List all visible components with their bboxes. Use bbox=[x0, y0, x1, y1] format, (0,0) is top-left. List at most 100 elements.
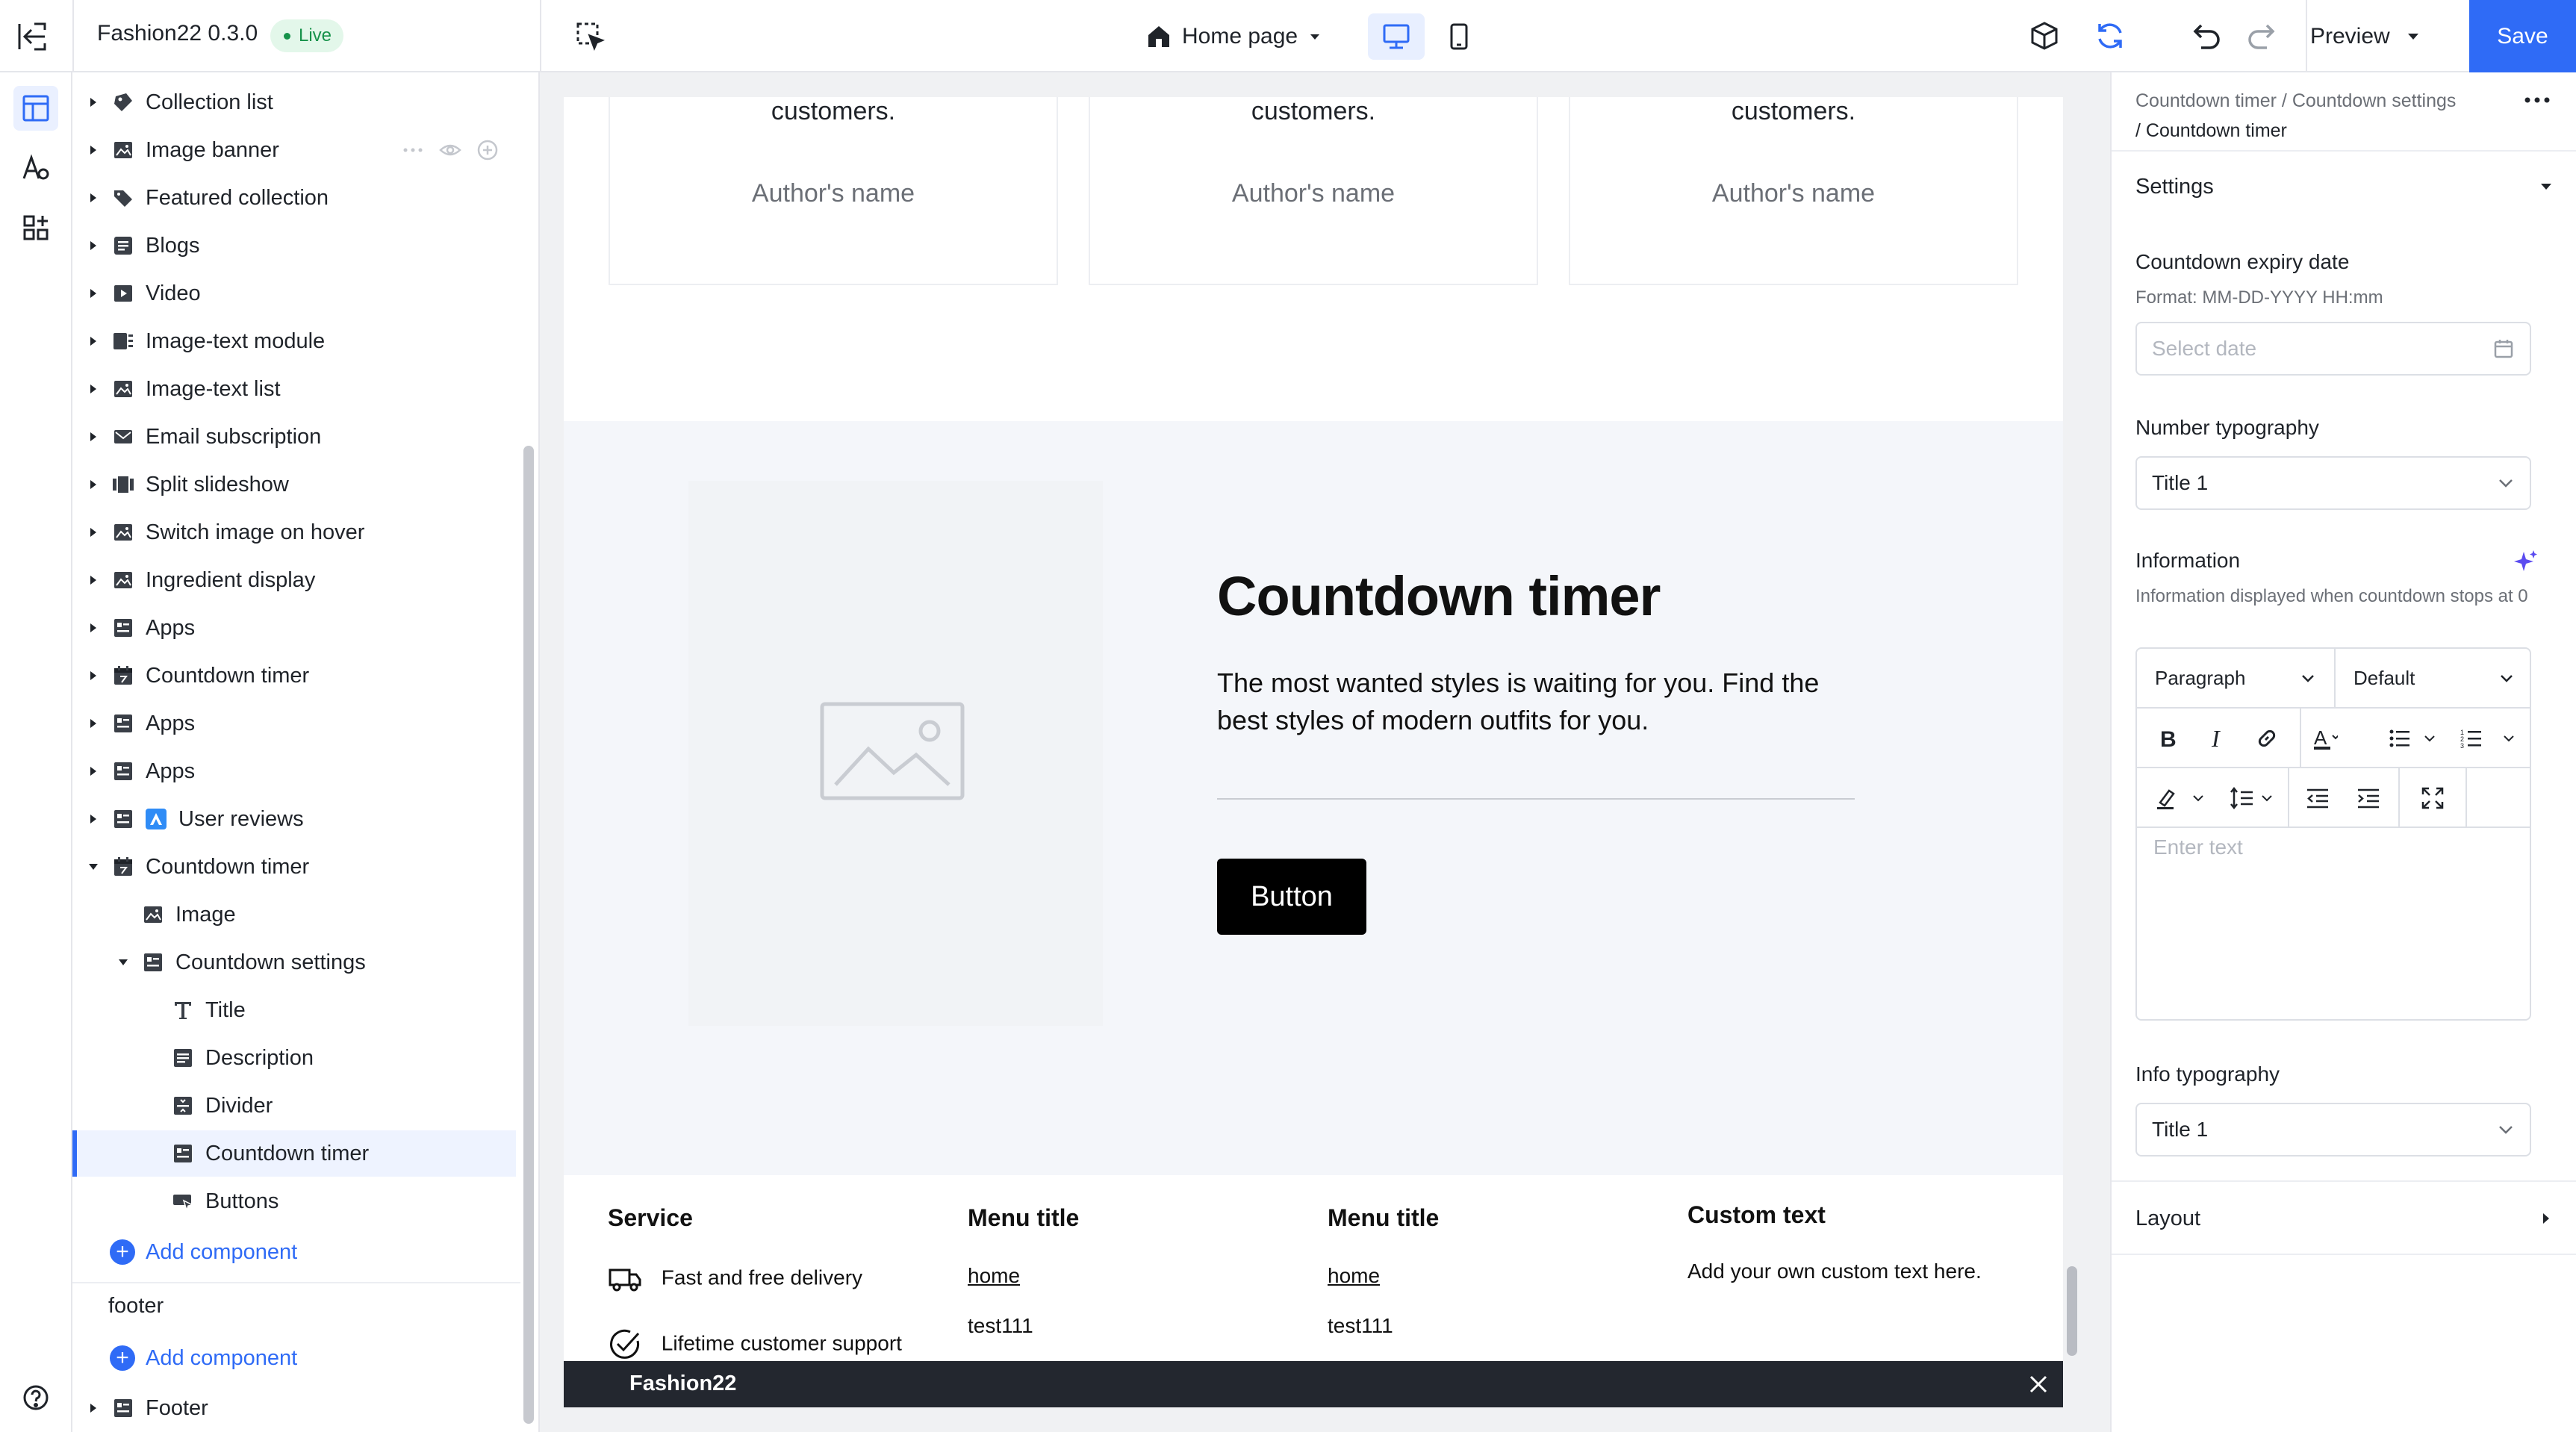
page-selector[interactable]: Home page bbox=[1146, 18, 1322, 55]
caret-down-icon[interactable] bbox=[116, 955, 131, 970]
layers-scrollbar[interactable] bbox=[523, 446, 534, 1424]
layer-item[interactable]: Ingredient display bbox=[72, 557, 516, 603]
editor-text-area[interactable]: Enter text bbox=[2153, 835, 2243, 859]
mobile-view-button[interactable] bbox=[1431, 13, 1487, 60]
exit-editor-icon[interactable] bbox=[15, 19, 49, 54]
save-button[interactable]: Save bbox=[2469, 0, 2576, 72]
caret-right-icon[interactable] bbox=[86, 573, 101, 588]
more-options-icon[interactable] bbox=[2524, 96, 2551, 104]
caret-right-icon[interactable] bbox=[86, 382, 101, 396]
outdent-icon[interactable] bbox=[2303, 783, 2333, 813]
layer-item[interactable]: Image bbox=[72, 891, 516, 938]
testimonial-card[interactable]: customers. Author's name bbox=[609, 97, 1058, 285]
layer-item[interactable]: Divider bbox=[72, 1083, 516, 1129]
layer-item[interactable]: Buttons bbox=[72, 1178, 516, 1224]
font-select[interactable]: Default bbox=[2334, 649, 2530, 707]
settings-section-header[interactable]: Settings bbox=[2135, 168, 2554, 205]
chevron-down-icon[interactable] bbox=[2494, 723, 2524, 753]
caret-right-icon[interactable] bbox=[86, 668, 101, 683]
undo-icon[interactable] bbox=[2191, 19, 2224, 52]
block-format-select[interactable]: Paragraph bbox=[2137, 649, 2334, 707]
countdown-title[interactable]: Countdown timer bbox=[1217, 564, 1661, 628]
layer-item[interactable]: Countdown timer bbox=[72, 653, 516, 699]
bullet-list-icon[interactable] bbox=[2386, 723, 2416, 753]
more-icon[interactable] bbox=[401, 138, 425, 162]
caret-right-icon[interactable] bbox=[86, 286, 101, 301]
layer-item[interactable]: Apps bbox=[72, 700, 516, 747]
footer-menu-link-home[interactable]: home bbox=[968, 1264, 1020, 1288]
layer-item[interactable]: Countdown settings bbox=[72, 939, 516, 986]
theme-styles-button[interactable] bbox=[13, 146, 58, 190]
layer-item[interactable]: Video bbox=[72, 270, 516, 317]
caret-right-icon[interactable] bbox=[86, 429, 101, 444]
caret-right-icon[interactable] bbox=[86, 95, 101, 110]
apps-panel-button[interactable] bbox=[13, 205, 58, 250]
caret-right-icon[interactable] bbox=[86, 143, 101, 158]
countdown-timer-section[interactable]: Countdown timer The most wanted styles i… bbox=[564, 421, 2063, 1175]
add-component-button[interactable]: + Add component bbox=[110, 1229, 297, 1275]
layer-item[interactable]: Image-text module bbox=[72, 318, 516, 364]
layer-item[interactable]: User reviews bbox=[72, 796, 516, 842]
layer-item[interactable]: Split slideshow bbox=[72, 461, 516, 508]
layer-item[interactable]: Countdown timer bbox=[72, 844, 516, 890]
numbered-list-icon[interactable]: 123 bbox=[2458, 723, 2488, 753]
footer-menu-link[interactable]: test111 bbox=[1328, 1314, 1393, 1338]
chevron-down-icon[interactable] bbox=[2252, 783, 2282, 813]
layer-item[interactable]: Apps bbox=[72, 748, 516, 794]
countdown-divider[interactable] bbox=[1217, 798, 1855, 800]
bold-icon[interactable]: B bbox=[2153, 723, 2183, 753]
caret-right-icon[interactable] bbox=[86, 190, 101, 205]
countdown-cta-button[interactable]: Button bbox=[1217, 859, 1366, 935]
desktop-view-button[interactable] bbox=[1368, 13, 1425, 60]
layer-item[interactable]: Description bbox=[72, 1035, 516, 1081]
layer-item[interactable]: Image banner bbox=[72, 127, 516, 173]
indent-icon[interactable] bbox=[2353, 783, 2383, 813]
layout-section-header[interactable]: Layout bbox=[2135, 1200, 2554, 1237]
testimonial-card[interactable]: customers. Author's name bbox=[1089, 97, 1538, 285]
close-icon[interactable] bbox=[2029, 1375, 2048, 1394]
layer-item-footer[interactable]: Footer bbox=[72, 1385, 516, 1431]
ai-sparkle-icon[interactable] bbox=[2512, 549, 2539, 576]
layer-item[interactable]: Collection list bbox=[72, 79, 516, 125]
number-typography-select[interactable]: Title 1 bbox=[2135, 456, 2531, 510]
layer-item[interactable]: Featured collection bbox=[72, 175, 516, 221]
breadcrumb-path[interactable]: Countdown timer / Countdown settings bbox=[2135, 86, 2524, 116]
layer-item[interactable]: Countdown timer bbox=[72, 1130, 516, 1177]
expiry-date-input[interactable]: Select date bbox=[2135, 322, 2531, 376]
testimonial-card[interactable]: customers. Author's name bbox=[1569, 97, 2018, 285]
caret-right-icon[interactable] bbox=[86, 334, 101, 349]
caret-right-icon[interactable] bbox=[86, 1401, 101, 1416]
caret-right-icon[interactable] bbox=[86, 812, 101, 826]
fullscreen-icon[interactable] bbox=[2418, 783, 2448, 813]
footer-menu-link-home[interactable]: home bbox=[1328, 1264, 1380, 1288]
layer-item[interactable]: Apps bbox=[72, 605, 516, 651]
layer-item[interactable]: Switch image on hover bbox=[72, 509, 516, 555]
cube-icon[interactable] bbox=[2028, 19, 2061, 52]
caret-right-icon[interactable] bbox=[86, 477, 101, 492]
add-icon[interactable] bbox=[476, 138, 500, 162]
layout-panel-button[interactable] bbox=[13, 86, 58, 131]
caret-down-icon[interactable] bbox=[86, 859, 101, 874]
info-typography-select[interactable]: Title 1 bbox=[2135, 1103, 2531, 1157]
image-placeholder[interactable] bbox=[688, 481, 1103, 1026]
caret-right-icon[interactable] bbox=[86, 620, 101, 635]
refresh-icon[interactable] bbox=[2094, 19, 2127, 52]
add-component-button[interactable]: + Add component bbox=[110, 1335, 297, 1381]
italic-icon[interactable]: I bbox=[2203, 723, 2233, 753]
text-color-icon[interactable]: A bbox=[2310, 723, 2340, 753]
caret-right-icon[interactable] bbox=[86, 764, 101, 779]
highlight-icon[interactable] bbox=[2153, 783, 2183, 813]
canvas-scrollbar[interactable] bbox=[2067, 1266, 2077, 1356]
redo-icon[interactable] bbox=[2244, 19, 2277, 52]
help-button[interactable] bbox=[13, 1375, 58, 1420]
preview-button[interactable]: Preview bbox=[2310, 18, 2420, 55]
eye-icon[interactable] bbox=[438, 138, 462, 162]
layer-item[interactable]: Title bbox=[72, 987, 516, 1033]
layer-item[interactable]: Blogs bbox=[72, 222, 516, 269]
chevron-down-icon[interactable] bbox=[2415, 723, 2445, 753]
chevron-down-icon[interactable] bbox=[2183, 783, 2213, 813]
caret-right-icon[interactable] bbox=[86, 525, 101, 540]
footer-menu-link[interactable]: test111 bbox=[968, 1314, 1033, 1338]
caret-right-icon[interactable] bbox=[86, 716, 101, 731]
countdown-description[interactable]: The most wanted styles is waiting for yo… bbox=[1217, 664, 1867, 739]
